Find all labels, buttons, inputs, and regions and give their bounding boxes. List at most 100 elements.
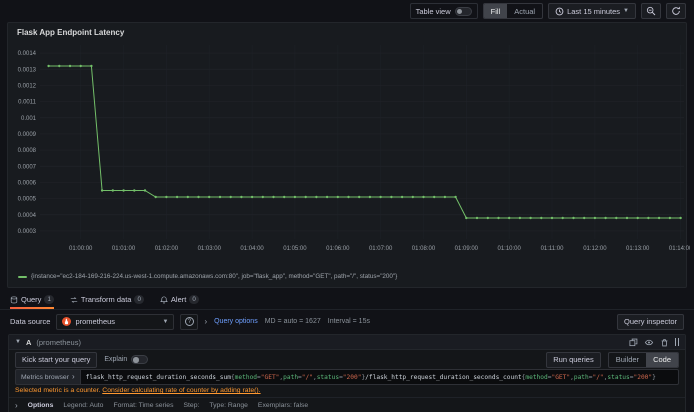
table-view-switch[interactable] (454, 6, 472, 16)
kick-start-query-button[interactable]: Kick start your query (15, 351, 98, 368)
actual-button[interactable]: Actual (507, 4, 542, 18)
fill-actual-group: Fill Actual (482, 3, 544, 19)
zoom-out-button[interactable] (641, 3, 661, 19)
query-options-summary[interactable]: › Query options MD = auto = 1627 Interva… (204, 316, 370, 326)
svg-text:0.0013: 0.0013 (18, 67, 37, 73)
time-series-chart[interactable]: 01:00:00 01:01:00 01:02:00 01:03:00 01:04:00… (8, 37, 693, 272)
tab-query-count: 1 (44, 295, 54, 304)
tab-transform-label: Transform data (80, 295, 132, 304)
database-icon (10, 295, 18, 304)
query-datasource-hint: (prometheus) (36, 337, 81, 347)
table-view-toggle[interactable]: Table view (409, 3, 478, 19)
explain-switch[interactable] (131, 355, 149, 364)
options-type: Type: Range (209, 402, 248, 409)
svg-text:0.0007: 0.0007 (18, 164, 37, 170)
svg-text:01:01:00: 01:01:00 (112, 246, 136, 252)
transform-icon (70, 296, 78, 304)
series-color-dash (18, 275, 27, 278)
svg-text:01:14:00: 01:14:00 (669, 246, 690, 252)
builder-mode-button[interactable]: Builder (609, 353, 646, 367)
options-exemplars: Exemplars: false (257, 402, 309, 409)
svg-text:01:05:00: 01:05:00 (283, 246, 307, 252)
svg-text:0.0005: 0.0005 (18, 197, 37, 203)
options-format: Format: Time series (113, 402, 174, 409)
warning-text: Selected metric is a counter. (15, 387, 101, 394)
svg-text:01:02:00: 01:02:00 (155, 246, 179, 252)
hide-response-eye-icon[interactable] (644, 338, 654, 347)
builder-code-group: Builder Code (607, 351, 679, 368)
duplicate-query-icon[interactable] (628, 338, 638, 347)
run-queries-button[interactable]: Run queries (546, 351, 601, 368)
query-inspector-button[interactable]: Query inspector (617, 313, 684, 330)
svg-text:01:10:00: 01:10:00 (498, 246, 522, 252)
chart-legend: {instance="ec2-184-169-216-224.us-west-1… (8, 272, 686, 280)
latency-chart-svg[interactable]: 01:00:00 01:01:00 01:02:00 01:03:00 01:04:00… (12, 39, 693, 267)
explain-toggle-group: Explain (104, 355, 149, 364)
refresh-icon (671, 6, 681, 16)
latency-panel: Flask App Endpoint Latency 01:00:00 01:01… (7, 22, 693, 288)
query-ref-id: A (25, 337, 32, 347)
tab-alert-count: 0 (189, 295, 199, 304)
zoom-out-icon (646, 6, 656, 16)
tab-query-label: Query (21, 295, 42, 304)
svg-text:01:00:00: 01:00:00 (69, 246, 93, 252)
interval-value: Interval = 15s (327, 318, 370, 325)
prometheus-logo-icon (62, 317, 72, 326)
query-options-collapsed-row[interactable]: › Options Legend: Auto Format: Time seri… (9, 397, 685, 412)
legend-series-label[interactable]: {instance="ec2-184-169-216-224.us-west-1… (31, 273, 397, 280)
help-circle-icon: ? (184, 317, 194, 326)
tab-transform-data[interactable]: Transform data 0 (70, 290, 144, 309)
query-card-header[interactable]: ▼ A (prometheus) (9, 335, 685, 350)
editor-tabs: Query 1 Transform data 0 Alert 0 (0, 290, 694, 310)
svg-text:01:03:00: 01:03:00 (198, 246, 222, 252)
metrics-browser-button[interactable]: Metrics browser › (15, 369, 80, 385)
options-title: Options (27, 402, 54, 409)
bell-icon (160, 295, 168, 304)
table-view-label: Table view (415, 6, 451, 16)
query-options-label: Query options (214, 318, 258, 325)
chevron-right-icon: › (15, 400, 18, 410)
query-expression-row: Metrics browser › flask_http_request_dur… (15, 369, 679, 385)
panel-editor-toolbar: Table view Fill Actual Last 15 minutes ▼ (0, 0, 694, 22)
remove-query-trash-icon[interactable] (660, 338, 669, 347)
query-card-a: ▼ A (prometheus) Kick start your query E… (8, 334, 686, 412)
svg-text:01:06:00: 01:06:00 (326, 246, 350, 252)
tab-alert[interactable]: Alert 0 (160, 290, 199, 309)
collapse-chevron-icon[interactable]: ▼ (15, 339, 21, 345)
svg-text:01:13:00: 01:13:00 (626, 246, 650, 252)
chevron-down-icon: ▼ (162, 318, 169, 325)
datasource-label: Data source (10, 317, 51, 326)
panel-title: Flask App Endpoint Latency (17, 28, 125, 37)
svg-text:01:07:00: 01:07:00 (369, 246, 393, 252)
svg-text:0.0006: 0.0006 (18, 180, 37, 186)
chevron-right-icon: › (71, 372, 75, 381)
svg-text:01:04:00: 01:04:00 (240, 246, 264, 252)
svg-text:01:11:00: 01:11:00 (541, 246, 565, 252)
svg-text:0.0004: 0.0004 (18, 213, 37, 219)
datasource-picker[interactable]: prometheus ▼ (56, 313, 175, 330)
fill-button[interactable]: Fill (483, 4, 508, 18)
datasource-row: Data source prometheus ▼ ? › Query optio… (0, 310, 694, 333)
datasource-help-button[interactable]: ? (180, 313, 199, 330)
options-legend: Legend: Auto (63, 402, 104, 409)
options-step: Step: (183, 402, 200, 409)
tab-alert-label: Alert (170, 295, 187, 304)
svg-text:0.0012: 0.0012 (18, 83, 37, 89)
refresh-button[interactable] (666, 3, 686, 19)
tab-query[interactable]: Query 1 (10, 290, 54, 309)
query-toolbar-row: Kick start your query Explain Run querie… (9, 350, 685, 369)
chevron-down-icon: ▼ (623, 8, 629, 14)
counter-warning-row: Selected metric is a counter. Consider c… (9, 385, 685, 395)
chevron-right-icon: › (204, 316, 208, 326)
svg-text:0.0011: 0.0011 (18, 100, 37, 106)
drag-handle-icon[interactable] (674, 338, 679, 346)
datasource-name: prometheus (75, 317, 116, 326)
svg-text:0.0008: 0.0008 (18, 148, 37, 154)
time-range-label: Last 15 minutes (567, 6, 621, 16)
query-action-icons (628, 338, 679, 347)
time-range-picker[interactable]: Last 15 minutes ▼ (548, 3, 636, 19)
svg-text:0.0014: 0.0014 (18, 51, 37, 57)
promql-code-editor[interactable]: flask_http_request_duration_seconds_sum{… (79, 369, 679, 385)
rate-hint-link[interactable]: Consider calculating rate of counter by … (102, 387, 260, 394)
code-mode-button[interactable]: Code (646, 352, 678, 367)
